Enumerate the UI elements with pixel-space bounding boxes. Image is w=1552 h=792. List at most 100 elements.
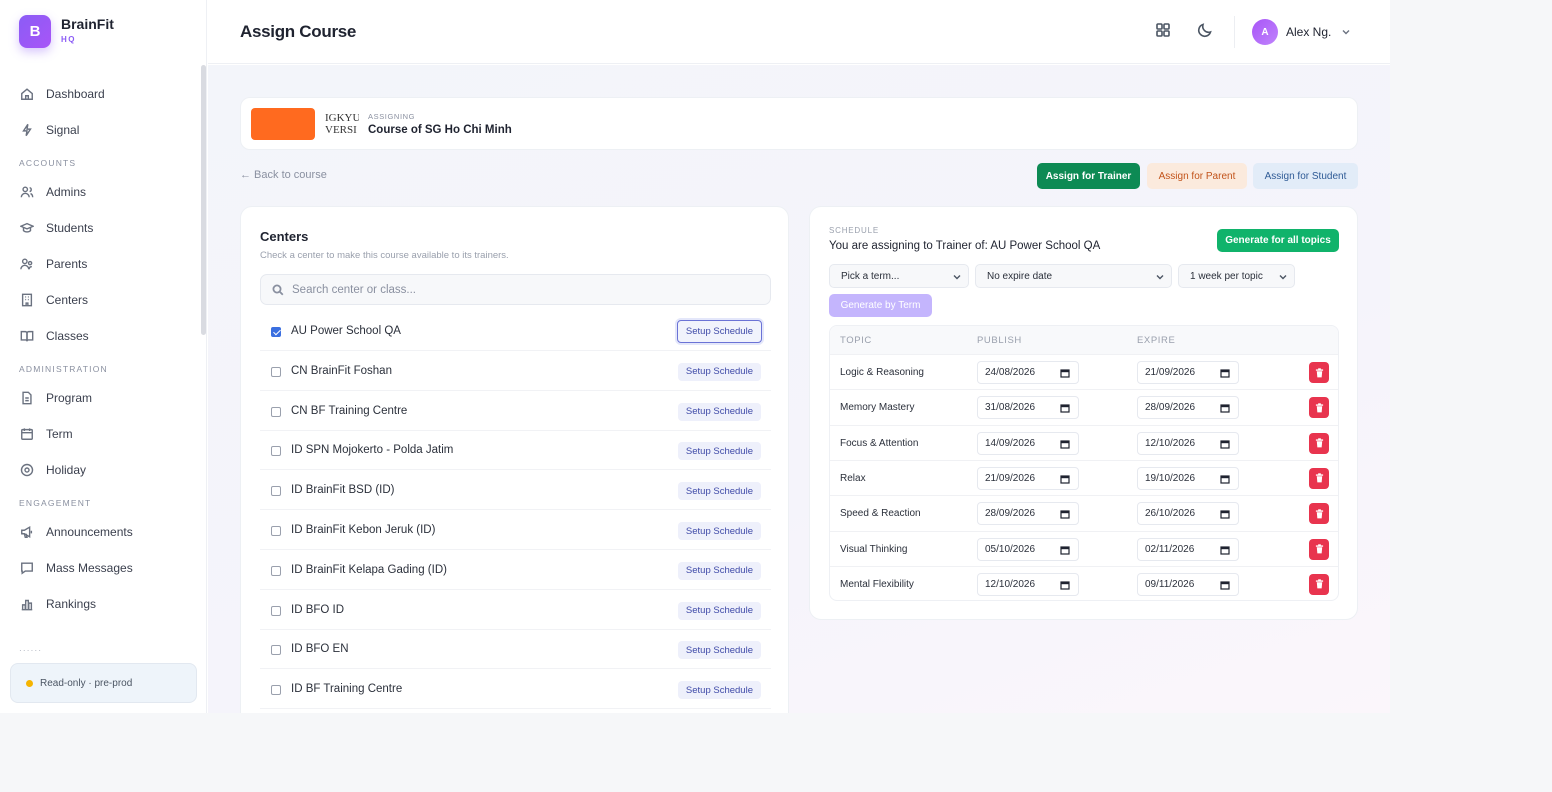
expire-date-input[interactable]: 09/11/2026 (1137, 572, 1239, 596)
sidebar-item-rankings[interactable]: Rankings (0, 586, 200, 622)
course-name: Course of SG Ho Chi Minh (368, 124, 512, 136)
center-checkbox[interactable] (271, 565, 281, 576)
setup-schedule-button[interactable]: Setup Schedule (677, 641, 761, 660)
expire-date-input[interactable]: 12/10/2026 (1137, 431, 1239, 455)
expire-date-input[interactable]: 02/11/2026 (1137, 537, 1239, 561)
book-open-icon (20, 330, 34, 342)
publish-date-input[interactable]: 21/09/2026 (977, 466, 1079, 490)
delete-row-button[interactable] (1309, 432, 1329, 454)
setup-schedule-button[interactable]: Setup Schedule (677, 402, 761, 421)
environment-badge: Read-only · pre-prod (10, 663, 197, 703)
delete-row-button[interactable] (1309, 362, 1329, 383)
sidebar-item-label: Signal (46, 123, 80, 137)
center-row[interactable]: AU Power School QA Setup Schedule (260, 313, 771, 351)
sidebar-item-label: Centers (46, 293, 89, 307)
delete-row-button[interactable] (1309, 538, 1329, 560)
term-select[interactable]: Pick a term... (829, 264, 969, 288)
center-checkbox[interactable] (271, 526, 281, 536)
nav-section-administration: ADMINISTRATION (19, 364, 108, 374)
calendar-icon (1060, 439, 1070, 449)
center-row[interactable]: ID BrainFit Kelapa Gading (ID) Setup Sche… (260, 552, 771, 590)
expire-date-input[interactable]: 21/09/2026 (1137, 361, 1239, 384)
sidebar-item-admins[interactable]: Admins (0, 174, 200, 210)
publish-date-input[interactable]: 28/09/2026 (977, 502, 1079, 526)
column-publish: PUBLISH (977, 335, 1022, 346)
back-to-course-link[interactable]: ← Back to course (240, 169, 327, 181)
center-row[interactable]: ID BF Training Centre Setup Schedule (260, 671, 771, 710)
expire-date-input[interactable]: 19/10/2026 (1137, 466, 1239, 490)
center-checkbox[interactable] (271, 486, 281, 497)
expire-select[interactable]: No expire date (975, 264, 1172, 288)
delete-row-button[interactable] (1309, 397, 1329, 419)
setup-schedule-button[interactable]: Setup Schedule (677, 442, 761, 461)
sidebar-item-term[interactable]: Term (0, 416, 200, 452)
calendar-icon (1220, 545, 1230, 555)
center-checkbox[interactable] (271, 327, 281, 337)
sidebar-item-parents[interactable]: Parents (0, 246, 200, 282)
center-checkbox[interactable] (271, 366, 281, 377)
home-icon (21, 88, 33, 100)
sidebar-item-dashboard[interactable]: Dashboard (0, 76, 200, 112)
setup-schedule-button[interactable]: Setup Schedule (677, 362, 761, 381)
calendar-icon (1220, 581, 1230, 590)
center-row[interactable]: ID SPN Mojokerto - Polda Jatim Setup Sche… (260, 432, 771, 471)
avatar[interactable]: A (1252, 19, 1278, 45)
generate-by-term-button[interactable]: Generate by Term (829, 294, 932, 317)
nav-section-faded: ······ (19, 646, 43, 655)
graduation-cap-icon (20, 222, 34, 233)
center-row[interactable]: CN BrainFit Foshan Setup Schedule (260, 353, 771, 391)
center-checkbox[interactable] (271, 645, 281, 656)
sidebar-item-announcements[interactable]: Announcements (0, 514, 200, 550)
center-checkbox[interactable] (271, 685, 281, 696)
search-input[interactable] (292, 283, 752, 296)
generate-all-button[interactable]: Generate for all topics (1217, 229, 1339, 252)
setup-schedule-button[interactable]: Setup Schedule (677, 681, 761, 700)
publish-date-input[interactable]: 31/08/2026 (977, 396, 1079, 420)
user-name[interactable]: Alex Ng. (1286, 25, 1331, 39)
sidebar-scrollbar[interactable] (201, 65, 206, 335)
expire-date-input[interactable]: 28/09/2026 (1137, 396, 1239, 420)
sidebar-item-students[interactable]: Students (0, 210, 200, 246)
sidebar-item-classes[interactable]: Classes (0, 318, 200, 354)
theme-toggle-button[interactable] (1197, 22, 1215, 40)
assign-trainer-button[interactable]: Assign for Trainer (1037, 163, 1140, 189)
apps-grid-button[interactable] (1155, 22, 1173, 40)
setup-schedule-button[interactable]: Setup Schedule (677, 522, 761, 540)
center-row[interactable]: ID BrainFit Kebon Jeruk (ID) Setup Schedu… (260, 512, 771, 550)
interval-select[interactable]: 1 week per topic (1178, 264, 1295, 288)
center-row[interactable]: ID BFO EN Setup Schedule (260, 631, 771, 670)
assign-parent-button[interactable]: Assign for Parent (1147, 163, 1247, 189)
delete-row-button[interactable] (1309, 573, 1329, 595)
assign-student-button[interactable]: Assign for Student (1253, 163, 1358, 189)
setup-schedule-button[interactable]: Setup Schedule (676, 320, 762, 343)
chevron-down-icon[interactable] (1341, 27, 1351, 37)
setup-schedule-button[interactable]: Setup Schedule (677, 482, 761, 501)
sidebar-item-mass-messages[interactable]: Mass Messages (0, 550, 200, 586)
setup-schedule-button[interactable]: Setup Schedule (677, 601, 761, 620)
publish-date-input[interactable]: 05/10/2026 (977, 537, 1079, 561)
expire-date-input[interactable]: 26/10/2026 (1137, 502, 1239, 526)
center-row[interactable]: ID BFO ID Setup Schedule (260, 592, 771, 630)
center-row[interactable]: CN BF Training Centre Setup Schedule (260, 393, 771, 431)
delete-row-button[interactable] (1309, 467, 1329, 489)
publish-date-input[interactable]: 24/08/2026 (977, 361, 1079, 384)
center-name: AU Power School QA (291, 325, 401, 337)
center-checkbox[interactable] (271, 605, 281, 616)
center-checkbox[interactable] (271, 406, 281, 417)
sidebar-item-holiday[interactable]: Holiday (0, 452, 200, 488)
publish-date-input[interactable]: 14/09/2026 (977, 431, 1079, 455)
trash-icon (1315, 473, 1323, 483)
delete-row-button[interactable] (1309, 503, 1329, 525)
sidebar-item-label: Classes (46, 329, 89, 343)
sidebar-item-label: Term (46, 427, 73, 441)
center-row[interactable]: ID BrainFit BSD (ID) Setup Schedule (260, 472, 771, 511)
brand[interactable]: B BrainFit HQ (19, 15, 114, 48)
sidebar-item-signal[interactable]: Signal (0, 112, 200, 148)
sidebar-item-centers[interactable]: Centers (0, 282, 200, 318)
sidebar-item-program[interactable]: Program (0, 380, 200, 416)
publish-date-value: 31/08/2026 (985, 402, 1036, 414)
search-field[interactable] (260, 274, 771, 305)
publish-date-input[interactable]: 12/10/2026 (977, 572, 1079, 596)
center-checkbox[interactable] (271, 446, 281, 457)
setup-schedule-button[interactable]: Setup Schedule (677, 561, 761, 580)
